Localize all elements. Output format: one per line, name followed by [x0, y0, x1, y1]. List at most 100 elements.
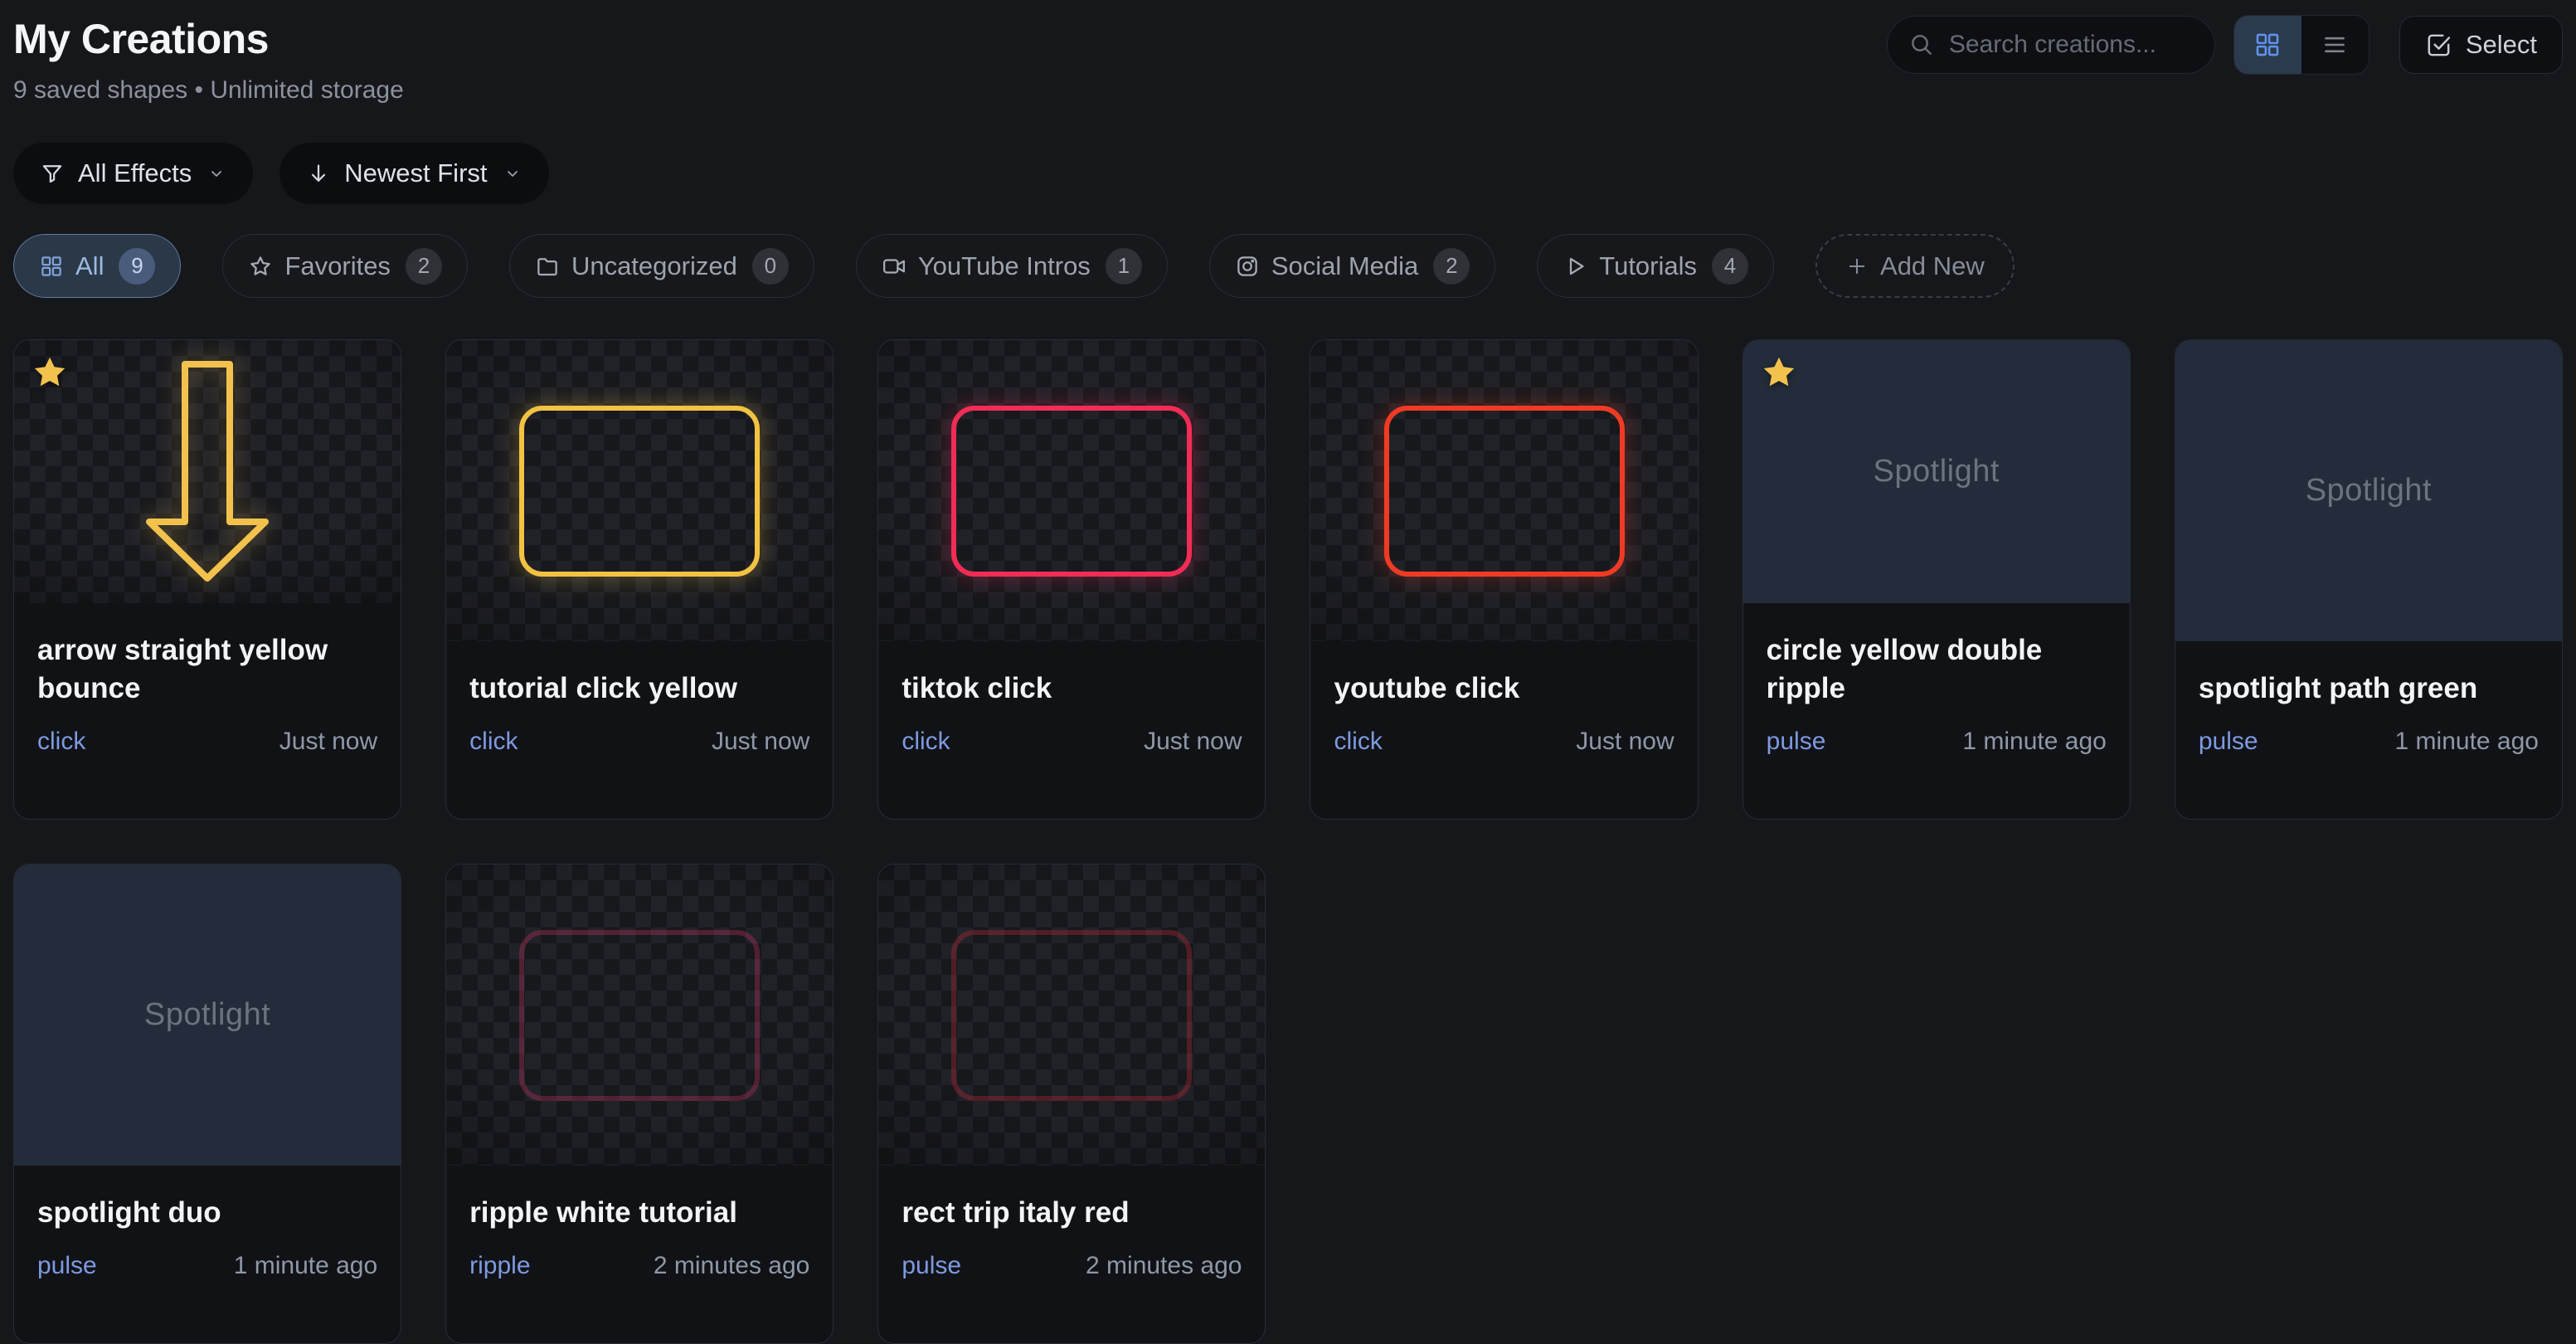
creation-card[interactable]: tiktok click click Just now: [877, 339, 1266, 820]
select-label: Select: [2466, 30, 2537, 60]
effect-tag: pulse: [2199, 728, 2258, 756]
list-view-button[interactable]: [2301, 16, 2369, 74]
creation-card[interactable]: tutorial click yellow click Just now: [445, 339, 834, 820]
creation-title: rect trip italy red: [902, 1194, 1242, 1232]
creation-card[interactable]: rect trip italy red pulse 2 minutes ago: [877, 864, 1266, 1344]
folder-icon: [535, 254, 560, 279]
timestamp: Just now: [279, 728, 377, 756]
creation-thumbnail: Spotlight: [14, 864, 401, 1166]
timestamp: Just now: [1576, 728, 1674, 756]
tab-uncategorized[interactable]: Uncategorized 0: [509, 234, 814, 298]
header: My Creations 9 saved shapes • Unlimited …: [13, 13, 2563, 105]
video-icon: [882, 254, 906, 279]
effects-filter-label: All Effects: [78, 158, 192, 188]
page-title: My Creations: [13, 15, 404, 63]
creation-thumbnail: Spotlight: [1743, 340, 2130, 603]
search-icon: [1908, 32, 1935, 58]
effect-tag: click: [37, 728, 85, 756]
creation-thumbnail: [878, 340, 1265, 641]
creation-title: arrow straight yellow bounce: [37, 631, 377, 708]
timestamp: 2 minutes ago: [654, 1252, 809, 1280]
creation-title: youtube click: [1334, 670, 1674, 708]
creation-card[interactable]: arrow straight yellow bounce click Just …: [13, 339, 401, 820]
creation-thumbnail: Spotlight: [2175, 340, 2562, 641]
star-icon: [248, 254, 273, 279]
creation-thumbnail: [446, 340, 833, 641]
effect-tag: pulse: [902, 1252, 961, 1280]
timestamp: 1 minute ago: [234, 1252, 377, 1280]
tab-favorites[interactable]: Favorites 2: [222, 234, 467, 298]
creation-thumbnail: [446, 864, 833, 1166]
effect-tag: pulse: [1767, 728, 1826, 756]
view-toggle: [2233, 15, 2369, 75]
count-badge: 2: [1433, 248, 1470, 285]
creation-card[interactable]: youtube click click Just now: [1310, 339, 1698, 820]
creation-title: spotlight path green: [2199, 670, 2539, 708]
creation-title: tutorial click yellow: [469, 670, 809, 708]
grid-icon: [39, 254, 64, 279]
search-input[interactable]: [1887, 16, 2215, 74]
sort-label: Newest First: [344, 158, 487, 188]
add-new-label: Add New: [1880, 251, 1985, 281]
rounded-rect-shape: [951, 930, 1192, 1101]
creation-thumbnail: [14, 340, 401, 603]
effects-filter-button[interactable]: All Effects: [13, 143, 253, 204]
checkbox-icon: [2425, 32, 2452, 59]
creation-card[interactable]: Spotlight spotlight path green pulse 1 m…: [2175, 339, 2563, 820]
spotlight-placeholder-label: Spotlight: [144, 997, 270, 1033]
effect-tag: pulse: [37, 1252, 97, 1280]
count-badge: 9: [119, 248, 155, 285]
my-creations-page: My Creations 9 saved shapes • Unlimited …: [0, 0, 2576, 1286]
creations-grid: arrow straight yellow bounce click Just …: [13, 339, 2563, 1344]
timestamp: 1 minute ago: [1962, 728, 2106, 756]
grid-view-icon: [2253, 31, 2282, 59]
effect-tag: ripple: [469, 1252, 530, 1280]
list-view-icon: [2321, 31, 2349, 59]
arrow-down-shape: [145, 360, 270, 584]
creation-card[interactable]: Spotlight circle yellow double ripple pu…: [1742, 339, 2131, 820]
count-badge: 2: [406, 248, 442, 285]
rounded-rect-shape: [1384, 406, 1625, 577]
effect-tag: click: [902, 728, 950, 756]
plus-icon: [1845, 255, 1869, 278]
timestamp: 1 minute ago: [2395, 728, 2539, 756]
chevron-down-icon: [503, 163, 522, 183]
tab-tutorials[interactable]: Tutorials 4: [1537, 234, 1774, 298]
count-badge: 1: [1106, 248, 1142, 285]
spotlight-placeholder-label: Spotlight: [1874, 454, 2000, 489]
timestamp: Just now: [712, 728, 809, 756]
creation-title: circle yellow double ripple: [1767, 631, 2107, 708]
sort-button[interactable]: Newest First: [279, 143, 548, 204]
sort-arrow-down-icon: [306, 161, 331, 186]
header-titles: My Creations 9 saved shapes • Unlimited …: [13, 13, 404, 105]
creation-card[interactable]: Spotlight spotlight duo pulse 1 minute a…: [13, 864, 401, 1344]
timestamp: 2 minutes ago: [1086, 1252, 1242, 1280]
chevron-down-icon: [207, 163, 226, 183]
favorite-star-icon[interactable]: [1760, 353, 1798, 392]
count-badge: 4: [1712, 248, 1748, 285]
rounded-rect-shape: [519, 930, 760, 1101]
spotlight-placeholder-label: Spotlight: [2306, 473, 2432, 509]
instagram-icon: [1235, 254, 1260, 279]
category-tabs: All 9 Favorites 2 Uncategorized 0 YouTub…: [13, 234, 2563, 298]
effect-tag: click: [469, 728, 518, 756]
effect-tag: click: [1334, 728, 1382, 756]
add-new-category-button[interactable]: Add New: [1815, 234, 2015, 298]
header-controls: Select: [1887, 15, 2563, 75]
tab-youtube-intros[interactable]: YouTube Intros 1: [856, 234, 1168, 298]
count-badge: 0: [752, 248, 789, 285]
play-icon: [1563, 254, 1587, 279]
creation-title: tiktok click: [902, 670, 1242, 708]
tab-social-media[interactable]: Social Media 2: [1209, 234, 1495, 298]
tab-all[interactable]: All 9: [13, 234, 181, 298]
creation-thumbnail: [878, 864, 1265, 1166]
creation-thumbnail: [1310, 340, 1697, 641]
grid-view-button[interactable]: [2234, 16, 2301, 74]
search-box: [1887, 16, 2215, 74]
filter-funnel-icon: [40, 161, 65, 186]
favorite-star-icon[interactable]: [31, 353, 69, 392]
timestamp: Just now: [1144, 728, 1242, 756]
select-button[interactable]: Select: [2399, 16, 2563, 74]
rounded-rect-shape: [519, 406, 760, 577]
creation-card[interactable]: ripple white tutorial ripple 2 minutes a…: [445, 864, 834, 1344]
